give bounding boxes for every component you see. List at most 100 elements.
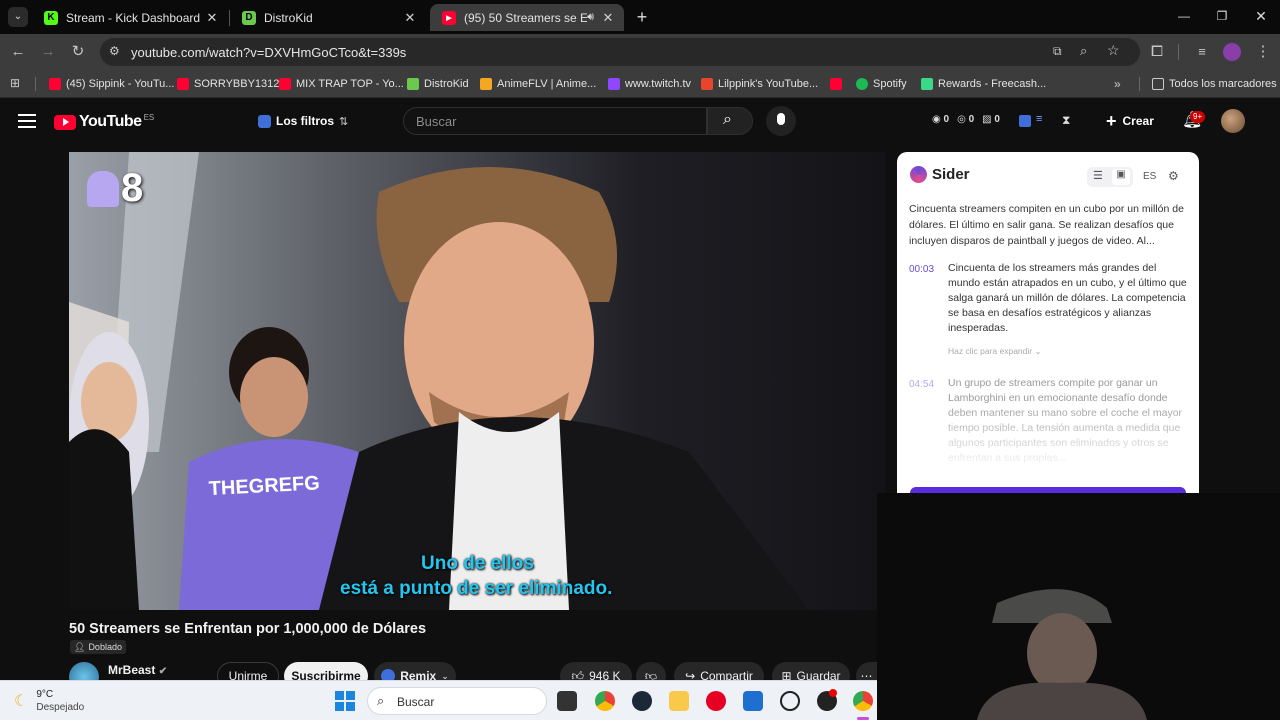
extension-stats: ◉ 0 ◎ 0 ▨ 0 (932, 114, 1000, 125)
person-icon (87, 170, 119, 207)
list-view-icon[interactable]: ☰ (1093, 169, 1103, 182)
tab-youtube-video[interactable]: ▶ (95) 50 Streamers se Enfren 🔊︎ ✕ (430, 4, 624, 31)
hamburger-menu-icon[interactable] (18, 112, 36, 128)
install-app-icon[interactable]: ⧉ (1053, 44, 1062, 59)
views-stat: ◉ 0 (932, 114, 950, 125)
bookmark-item[interactable]: www.twitch.tv (608, 76, 691, 92)
sider-view-toggle[interactable]: ☰ ▣ (1087, 167, 1133, 187)
timestamp-link[interactable]: 00:03 (909, 264, 934, 275)
tab-title: Stream - Kick Dashboard (66, 10, 201, 25)
youtube-wordmark: YouTube (79, 113, 142, 130)
close-tab-icon[interactable]: ✕ (400, 10, 420, 26)
chrome-profile-icon[interactable] (853, 691, 873, 711)
youtube-logo[interactable]: YouTube ES (54, 112, 154, 132)
expand-link[interactable]: Haz clic para expandir ⌄ (948, 346, 1042, 357)
back-icon[interactable]: ← (9, 43, 27, 61)
extensions-icon[interactable]: ⧠ (1148, 43, 1166, 61)
freecash-icon (921, 78, 933, 90)
filters-button[interactable]: Los filtros ⇅ (252, 109, 354, 133)
likes-stat: ◎ 0 (957, 114, 975, 125)
minimize-button[interactable]: — (1176, 9, 1192, 25)
playlist-ext-icon[interactable]: ≡ (1036, 113, 1042, 125)
channel-overlay-logo: 8 (87, 166, 143, 211)
microsoft-store-icon[interactable] (743, 691, 763, 711)
windows-start-icon[interactable] (335, 691, 355, 711)
address-bar[interactable]: ⚙ youtube.com/watch?v=DXVHmGoCTco&t=339s… (100, 38, 1140, 66)
tab-title: DistroKid (264, 10, 313, 25)
bookmark-item[interactable]: MIX TRAP TOP - Yo... (279, 76, 404, 92)
bookmarks-overflow-icon[interactable]: » (1114, 76, 1121, 92)
youtube-icon (279, 78, 291, 90)
weather-widget[interactable]: ☾ 9°C Despejado (14, 687, 84, 715)
media-controls-icon[interactable]: ≡ (1193, 43, 1211, 61)
hourglass-icon[interactable]: ⧗ (1062, 113, 1070, 128)
voice-search-button[interactable] (766, 106, 796, 136)
site-info-icon[interactable]: ⚙ (109, 44, 120, 58)
youtube-icon (830, 78, 842, 90)
bookmark-item[interactable]: Rewards - Freecash... (921, 76, 1046, 92)
bookmark-item[interactable]: DistroKid (407, 76, 469, 92)
url-text: youtube.com/watch?v=DXVHmGoCTco&t=339s (131, 45, 407, 60)
apps-grid-icon[interactable]: ⊞ (10, 76, 24, 90)
bookmark-star-icon[interactable]: ☆ (1107, 42, 1120, 59)
search-input[interactable]: Buscar (403, 107, 707, 135)
tab-title: (95) 50 Streamers se Enfren (464, 10, 588, 25)
tab-kick-dashboard[interactable]: K Stream - Kick Dashboard ✕ (32, 4, 228, 31)
image-view-icon[interactable]: ▣ (1112, 169, 1130, 185)
task-view-icon[interactable] (557, 691, 577, 711)
new-tab-button[interactable]: + (632, 7, 652, 27)
menu-kebab-icon[interactable]: ⋮ (1254, 43, 1272, 61)
search-icon: ⌕ (377, 693, 385, 708)
account-avatar[interactable] (1221, 109, 1245, 133)
bookmark-item[interactable]: Lilppink's YouTube... (701, 76, 818, 92)
bookmark-item[interactable]: SORRYBBY1312 (177, 76, 279, 92)
maximize-button[interactable]: ❐ (1214, 9, 1230, 25)
webcam-overlay (877, 493, 1280, 720)
profile-avatar[interactable] (1223, 43, 1241, 61)
close-tab-icon[interactable]: ✕ (598, 10, 618, 26)
all-bookmarks-folder[interactable]: Todos los marcadores (1152, 76, 1277, 92)
subtitle-line-2: está a punto de ser eliminado. (340, 578, 613, 599)
pinterest-icon[interactable] (706, 691, 726, 711)
video-summary: Cincuenta streamers compiten en un cubo … (909, 203, 1184, 247)
video-frame: THEGREFG (69, 152, 885, 610)
speaker-icon[interactable]: 🔊︎ (587, 11, 594, 24)
close-tab-icon[interactable]: ✕ (202, 10, 222, 26)
kick-icon: K (44, 10, 58, 25)
chrome-icon[interactable] (595, 691, 615, 711)
chatgpt-icon[interactable] (780, 691, 800, 711)
steam-icon[interactable] (632, 691, 652, 711)
bookmark-item[interactable] (830, 76, 847, 92)
toolbar-divider (1178, 44, 1179, 60)
create-button[interactable]: + Crear (1106, 109, 1154, 133)
close-window-button[interactable]: ✕ (1253, 8, 1269, 24)
comments-stat: ▨ 0 (982, 114, 1000, 125)
timestamp-link[interactable]: 04:54 (909, 379, 934, 390)
reload-icon[interactable]: ↻ (69, 43, 87, 61)
tab-distrokid[interactable]: D DistroKid ✕ (230, 4, 426, 31)
bookmarks-divider (1139, 77, 1140, 91)
zoom-icon[interactable]: ⌕ (1080, 43, 1087, 59)
person-voice-icon: 👤︎ (74, 641, 86, 652)
filter-icon: ⇅ (339, 115, 349, 128)
tab-search-button[interactable]: ⌄ (8, 7, 28, 27)
plus-icon: + (1106, 110, 1117, 131)
verified-icon: ✔ (158, 666, 168, 677)
sider-language[interactable]: ES (1143, 171, 1156, 182)
overlay-number: 8 (121, 166, 144, 210)
channel-name[interactable]: MrBeast ✔ (108, 663, 167, 677)
search-button[interactable]: ⌕ (707, 107, 753, 135)
settings-icon[interactable]: ⚙ (1168, 169, 1179, 183)
bookmark-item[interactable]: (45) Sippink - YouTu... (49, 76, 174, 92)
forward-icon[interactable]: → (39, 43, 57, 61)
file-explorer-icon[interactable] (669, 691, 689, 711)
video-player[interactable]: THEGREFG 8 Uno de ellos está a punto de … (69, 152, 885, 610)
brain-icon (910, 166, 927, 183)
folder-icon (1152, 78, 1164, 90)
bookmark-item[interactable]: Spotify (856, 76, 907, 92)
summary-item-text: Cincuenta de los streamers más grandes d… (948, 262, 1187, 334)
extension-icon[interactable] (1019, 115, 1031, 127)
bookmark-item[interactable]: AnimeFLV | Anime... (480, 76, 596, 92)
taskbar-search[interactable]: ⌕ Buscar (367, 687, 547, 715)
sider-panel: Sider ☰ ▣ ES ⚙ Cincuenta streamers compi… (897, 152, 1199, 493)
